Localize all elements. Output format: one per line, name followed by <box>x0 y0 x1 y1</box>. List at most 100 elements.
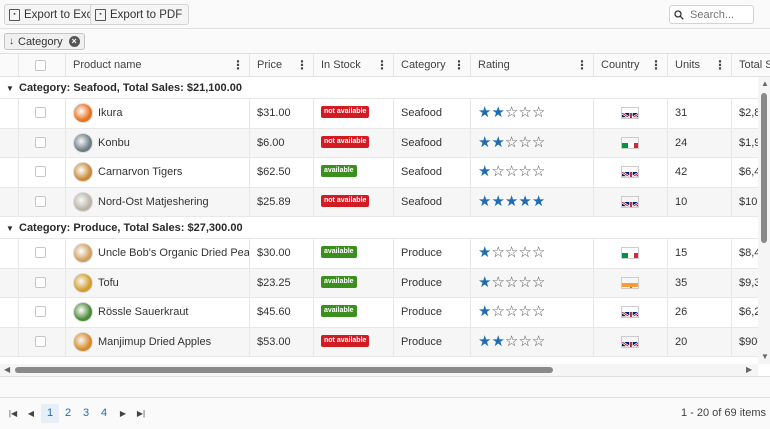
horizontal-scroll-thumb[interactable] <box>15 367 553 373</box>
star-empty-icon[interactable]: ☆ <box>532 244 545 261</box>
table-row[interactable]: Uncle Bob's Organic Dried Pears $30.00 ava… <box>0 239 758 269</box>
star-filled-icon[interactable]: ★ <box>478 134 491 151</box>
column-menu-icon[interactable]: ⋮ <box>650 54 662 77</box>
star-filled-icon[interactable]: ★ <box>478 163 491 180</box>
horizontal-scrollbar[interactable]: ◀ ▶ <box>0 364 758 376</box>
total-sales-cell: $6,40 <box>731 158 758 187</box>
table-row[interactable]: Tofu$23.25availableProduce★☆☆☆☆35$9,30 <box>0 268 758 298</box>
star-empty-icon[interactable]: ☆ <box>518 244 531 261</box>
star-empty-icon[interactable]: ☆ <box>505 303 518 320</box>
star-filled-icon[interactable]: ★ <box>505 193 518 210</box>
export-pdf-button[interactable]: ▪ Export to PDF <box>90 4 190 25</box>
row-checkbox[interactable] <box>35 306 46 317</box>
column-header-units[interactable]: Units ⋮ <box>667 54 731 77</box>
star-empty-icon[interactable]: ☆ <box>532 274 545 291</box>
row-checkbox[interactable] <box>35 335 46 347</box>
vertical-scrollbar[interactable]: ▲ ▼ <box>758 77 770 364</box>
prev-page-icon[interactable]: ◀ <box>22 404 40 423</box>
column-header-total-sales[interactable]: Total S <box>731 54 770 77</box>
star-filled-icon[interactable]: ★ <box>478 104 491 121</box>
star-filled-icon[interactable]: ★ <box>518 193 531 210</box>
star-empty-icon[interactable]: ☆ <box>532 104 545 121</box>
star-empty-icon[interactable]: ☆ <box>505 134 518 151</box>
star-filled-icon[interactable]: ★ <box>478 274 491 291</box>
row-checkbox[interactable] <box>35 166 46 177</box>
vertical-scroll-thumb[interactable] <box>761 93 767 243</box>
star-filled-icon[interactable]: ★ <box>491 104 504 121</box>
star-empty-icon[interactable]: ☆ <box>505 163 518 180</box>
star-empty-icon[interactable]: ☆ <box>505 104 518 121</box>
star-filled-icon[interactable]: ★ <box>491 134 504 151</box>
row-checkbox[interactable] <box>35 195 46 207</box>
star-empty-icon[interactable]: ☆ <box>491 244 504 261</box>
column-header-price[interactable]: Price ⋮ <box>249 54 313 77</box>
last-page-icon[interactable]: ▶| <box>132 404 150 423</box>
table-row[interactable]: Rössle Sauerkraut $45.60 available Produce ★… <box>0 298 758 328</box>
star-empty-icon[interactable]: ☆ <box>505 333 518 350</box>
row-checkbox[interactable] <box>35 136 46 148</box>
remove-group-icon[interactable]: × <box>68 36 80 47</box>
table-row[interactable]: Carnarvon Tigers $62.50 available Seafood ★☆… <box>0 158 758 188</box>
star-empty-icon[interactable]: ☆ <box>532 134 545 151</box>
star-empty-icon[interactable]: ☆ <box>505 274 518 291</box>
row-checkbox[interactable] <box>35 276 46 288</box>
next-page-icon[interactable]: ▶ <box>114 404 132 423</box>
page-button-3[interactable]: 3 <box>77 404 95 423</box>
star-empty-icon[interactable]: ☆ <box>518 274 531 291</box>
column-header-in-stock[interactable]: In Stock ⋮ <box>313 54 393 77</box>
star-empty-icon[interactable]: ☆ <box>518 134 531 151</box>
column-header-product-name[interactable]: Product name ⋮ <box>65 54 249 77</box>
star-filled-icon[interactable]: ★ <box>491 193 504 210</box>
page-button-2[interactable]: 2 <box>59 404 77 423</box>
table-row[interactable]: Ikura $31.00 not available Seafood ★★☆☆☆ 31 $2… <box>0 99 758 129</box>
column-menu-icon[interactable]: ⋮ <box>453 54 465 77</box>
column-menu-icon[interactable]: ⋮ <box>714 54 726 77</box>
star-empty-icon[interactable]: ☆ <box>518 104 531 121</box>
star-filled-icon[interactable]: ★ <box>478 244 491 261</box>
search-input[interactable] <box>690 8 752 21</box>
star-empty-icon[interactable]: ☆ <box>491 303 504 320</box>
scroll-up-icon[interactable]: ▲ <box>761 79 769 88</box>
star-empty-icon[interactable]: ☆ <box>532 333 545 350</box>
star-filled-icon[interactable]: ★ <box>532 193 545 210</box>
scroll-right-icon[interactable]: ▶ <box>746 365 752 374</box>
star-empty-icon[interactable]: ☆ <box>491 274 504 291</box>
star-filled-icon[interactable]: ★ <box>491 333 504 350</box>
page-button-4[interactable]: 4 <box>95 404 113 423</box>
column-menu-icon[interactable]: ⋮ <box>576 54 588 77</box>
column-menu-icon[interactable]: ⋮ <box>376 54 388 77</box>
scroll-left-icon[interactable]: ◀ <box>4 365 10 374</box>
group-header-row[interactable]: ▼ Category: Produce, Total Sales: $27,300… <box>0 218 758 239</box>
row-checkbox[interactable] <box>35 107 46 118</box>
india-flag-icon <box>622 282 638 288</box>
first-page-icon[interactable]: |◀ <box>4 404 22 423</box>
star-filled-icon[interactable]: ★ <box>478 193 491 210</box>
star-empty-icon[interactable]: ☆ <box>518 163 531 180</box>
column-header-category[interactable]: Category ⋮ <box>393 54 470 77</box>
column-header-country[interactable]: Country ⋮ <box>593 54 667 77</box>
product-name: Uncle Bob's Organic Dried Pears <box>98 247 249 259</box>
star-empty-icon[interactable]: ☆ <box>518 303 531 320</box>
star-empty-icon[interactable]: ☆ <box>505 244 518 261</box>
row-checkbox[interactable] <box>35 247 46 258</box>
rating-cell: ★★☆☆☆ <box>470 99 593 128</box>
star-filled-icon[interactable]: ★ <box>478 333 491 350</box>
page-button-1[interactable]: 1 <box>41 404 59 423</box>
star-empty-icon[interactable]: ☆ <box>532 163 545 180</box>
group-header-row[interactable]: ▼ Category: Seafood, Total Sales: $21,100… <box>0 78 758 99</box>
star-filled-icon[interactable]: ★ <box>478 303 491 320</box>
group-chip-category[interactable]: ↓ Category × <box>4 33 85 50</box>
table-row[interactable]: Konbu $6.00 not available Seafood ★★☆☆☆ 24 $1,… <box>0 128 758 158</box>
scroll-down-icon[interactable]: ▼ <box>761 352 769 361</box>
column-menu-icon[interactable]: ⋮ <box>232 54 244 77</box>
table-row[interactable]: Nord-Ost Matjeshering $25.89 not available… <box>0 187 758 217</box>
collapse-group-icon[interactable]: ▼ <box>6 218 14 239</box>
column-header-rating[interactable]: Rating ⋮ <box>470 54 593 77</box>
table-row[interactable]: Manjimup Dried Apples $53.00 not available… <box>0 327 758 357</box>
select-all-checkbox[interactable] <box>35 60 46 71</box>
collapse-group-icon[interactable]: ▼ <box>6 78 14 99</box>
star-empty-icon[interactable]: ☆ <box>532 303 545 320</box>
column-menu-icon[interactable]: ⋮ <box>296 54 308 77</box>
star-empty-icon[interactable]: ☆ <box>518 333 531 350</box>
star-empty-icon[interactable]: ☆ <box>491 163 504 180</box>
